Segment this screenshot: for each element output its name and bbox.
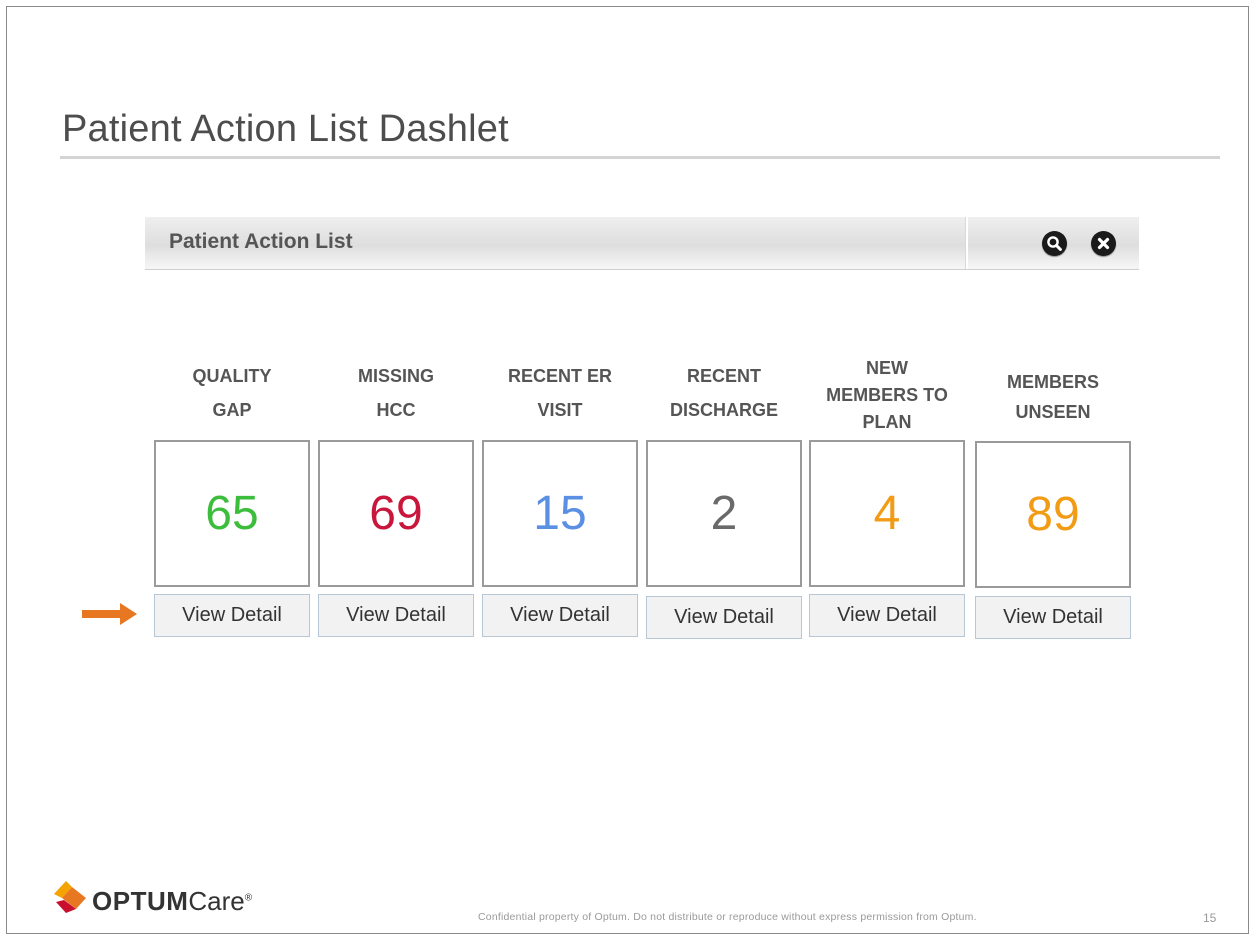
confidentiality-note: Confidential property of Optum. Do not d… [478,911,977,923]
page-title: Patient Action List Dashlet [62,108,509,150]
tile-label: RECENT ER VISIT [507,366,612,420]
logo-wordmark: OPTUMCare® [92,886,253,916]
tile-label: MISSING HCC [357,366,434,420]
view-detail-button[interactable]: View Detail [809,594,965,637]
tile-label: QUALITY GAP [192,366,272,420]
tile-label: RECENT DISCHARGE [669,366,778,420]
tile-count: 15 [482,440,638,587]
title-divider [60,156,1220,159]
dashlet-header: Patient Action List [145,217,1139,270]
view-detail-button[interactable]: View Detail [154,594,310,637]
dashlet-title: Patient Action List [169,230,353,253]
tile-label: MEMBERS UNSEEN [1006,372,1099,422]
tile-value: 15 [533,487,587,540]
search-icon[interactable] [1042,231,1067,256]
view-detail-button[interactable]: View Detail [318,594,474,637]
tile-value: 2 [710,487,738,540]
page-number: 15 [1203,911,1217,925]
tile-count: 2 [646,440,802,587]
arrow-right-icon [82,603,138,630]
close-icon[interactable] [1091,231,1116,256]
tile-value: 65 [205,487,259,540]
optum-care-logo: OPTUMCare® [52,878,252,927]
tile-count: 4 [809,440,965,587]
tile-value: 4 [873,487,901,540]
tile-count: 69 [318,440,474,587]
view-detail-button[interactable]: View Detail [646,596,802,639]
tile-count: 65 [154,440,310,587]
header-divider [965,217,968,269]
tile-count: 89 [975,441,1131,588]
view-detail-button[interactable]: View Detail [975,596,1131,639]
tile-value: 89 [1026,488,1080,541]
tile-value: 69 [369,487,423,540]
optum-logo-mark-icon [54,881,86,913]
view-detail-button[interactable]: View Detail [482,594,638,637]
tile-label: NEW MEMBERS TO PLAN [826,358,948,432]
